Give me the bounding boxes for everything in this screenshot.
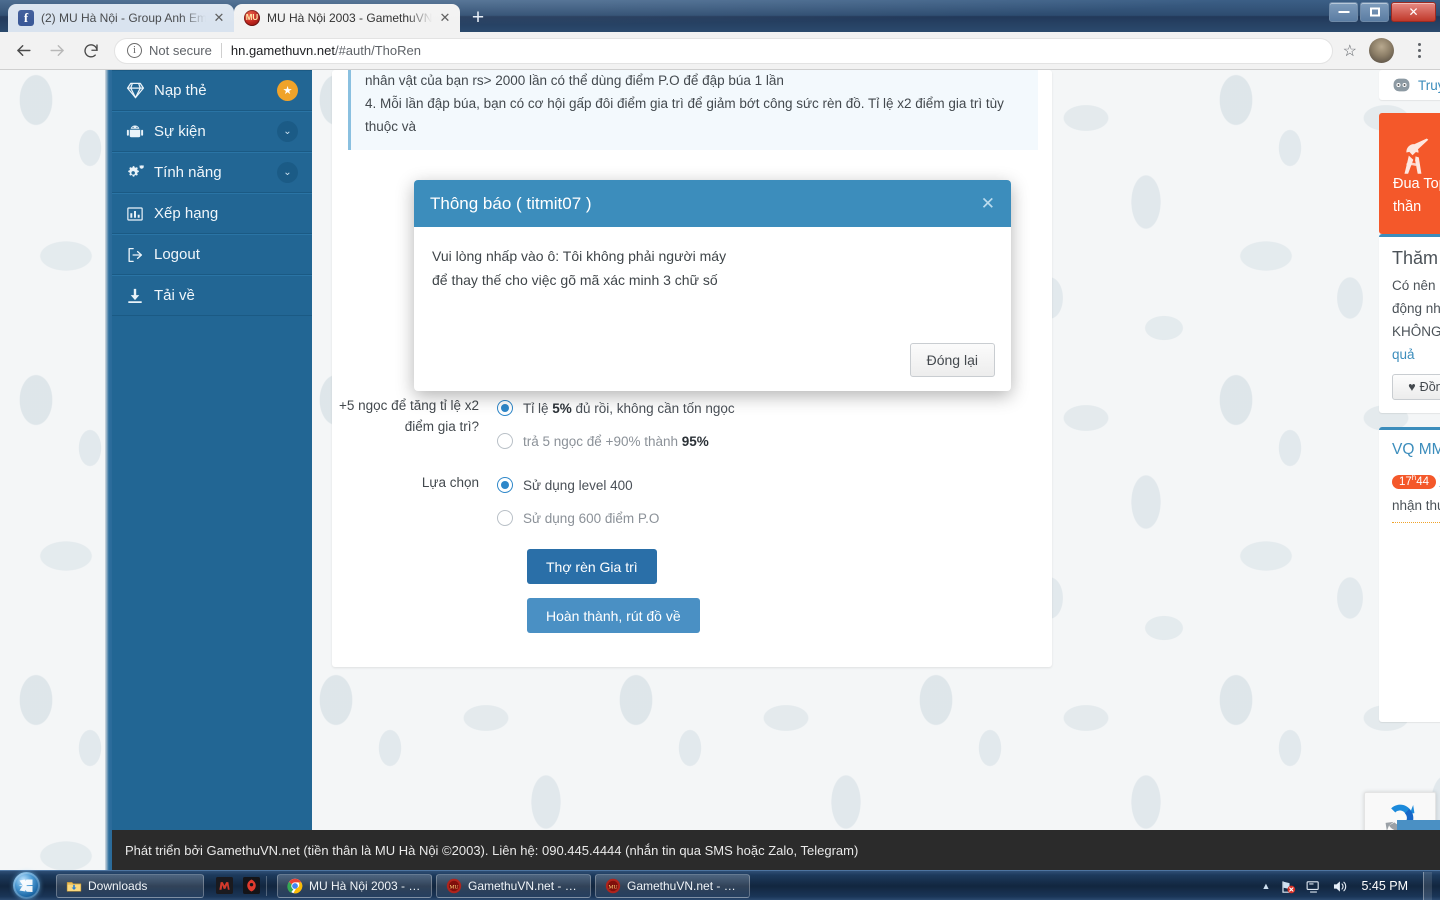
modal-close-button[interactable]: Đóng lại xyxy=(909,343,995,377)
quick-launch-group xyxy=(216,877,260,894)
start-button[interactable] xyxy=(0,871,52,900)
tab-title: MU Hà Nội 2003 - GamethuVN.n xyxy=(267,11,432,25)
facebook-icon: f xyxy=(18,10,34,26)
modal-line-0: Vui lòng nhấp vào ô: Tôi không phải ngườ… xyxy=(432,248,727,264)
modal-body: Vui lòng nhấp vào ô: Tôi không phải ngườ… xyxy=(414,227,1011,343)
taskbar-window-label: MU Hà Nội 2003 - Ga... xyxy=(309,878,422,893)
mu-icon-1[interactable] xyxy=(216,877,233,894)
tab-title: (2) MU Hà Nội - Group Anh Em M xyxy=(41,11,206,25)
page-viewport: Nạp thẻ ★ Sự kiện ⌄ Tính năng ⌄ Xếp hạng… xyxy=(0,70,1440,870)
close-window-button[interactable]: ✕ xyxy=(1391,2,1436,22)
notification-modal: Thông báo ( titmit07 ) ✕ Vui lòng nhấp v… xyxy=(414,180,1011,391)
reload-icon[interactable] xyxy=(74,34,108,68)
modal-header: Thông báo ( titmit07 ) ✕ xyxy=(414,180,1011,227)
browser-toolbar: i Not secure hn.gamethuvn.net/#auth/ThoR… xyxy=(0,32,1440,70)
new-tab-button[interactable]: + xyxy=(464,6,492,32)
modal-backdrop: Thông báo ( titmit07 ) ✕ Vui lòng nhấp v… xyxy=(0,70,1440,870)
info-icon: i xyxy=(127,43,142,58)
address-bar[interactable]: i Not secure hn.gamethuvn.net/#auth/ThoR… xyxy=(114,37,1333,64)
mu-logo-icon: MU xyxy=(605,878,621,894)
browser-tab-1[interactable]: MU MU Hà Nội 2003 - GamethuVN.n ✕ xyxy=(234,4,460,32)
svg-text:MU: MU xyxy=(449,884,458,890)
taskbar-window-2[interactable]: MU GamethuVN.net - M... xyxy=(595,873,750,898)
back-icon[interactable] xyxy=(6,34,40,68)
url-path: /#auth/ThoRen xyxy=(334,43,421,58)
profile-avatar[interactable] xyxy=(1369,38,1394,63)
kebab-menu-icon[interactable] xyxy=(1406,43,1432,58)
divider xyxy=(220,43,222,58)
network-error-icon[interactable] xyxy=(1279,878,1296,895)
taskbar-item-downloads[interactable]: Downloads xyxy=(56,873,204,898)
taskbar-item-label: Downloads xyxy=(88,878,148,893)
maximize-button[interactable] xyxy=(1360,2,1389,22)
tab-strip: f (2) MU Hà Nội - Group Anh Em M ✕ MU MU… xyxy=(8,2,492,32)
modal-footer: Đóng lại xyxy=(414,343,1011,391)
system-tray: ▲ 5:45 PM xyxy=(1262,871,1440,900)
bookmark-star-icon[interactable]: ☆ xyxy=(1343,41,1357,61)
volume-icon[interactable] xyxy=(1331,878,1348,895)
tab-close-icon[interactable]: ✕ xyxy=(436,9,454,27)
tab-close-icon[interactable]: ✕ xyxy=(210,9,228,27)
close-icon[interactable]: ✕ xyxy=(981,195,995,212)
show-desktop-button[interactable] xyxy=(1423,872,1432,900)
window-controls: ✕ xyxy=(1329,2,1436,22)
mu-logo-icon: MU xyxy=(446,878,462,894)
url-text: hn.gamethuvn.net/#auth/ThoRen xyxy=(231,43,421,58)
forward-icon xyxy=(40,34,74,68)
modal-line-1: để thay thế cho việc gõ mã xác minh 3 ch… xyxy=(432,272,718,288)
browser-tab-0[interactable]: f (2) MU Hà Nội - Group Anh Em M ✕ xyxy=(8,4,234,32)
modal-title: Thông báo ( titmit07 ) xyxy=(430,193,592,213)
mu-icon-2[interactable] xyxy=(243,877,260,894)
security-label: Not secure xyxy=(149,43,212,58)
svg-text:MU: MU xyxy=(608,884,617,890)
browser-window: f (2) MU Hà Nội - Group Anh Em M ✕ MU MU… xyxy=(0,0,1440,900)
start-orb-icon xyxy=(12,872,40,899)
taskbar-window-1[interactable]: MU GamethuVN.net - M... xyxy=(436,873,591,898)
mu-logo-icon: MU xyxy=(244,10,260,26)
browser-titlebar: f (2) MU Hà Nội - Group Anh Em M ✕ MU MU… xyxy=(0,0,1440,32)
taskbar-clock[interactable]: 5:45 PM xyxy=(1361,879,1408,893)
taskbar-window-0[interactable]: MU Hà Nội 2003 - Ga... xyxy=(277,873,432,898)
tray-expand-icon[interactable]: ▲ xyxy=(1262,881,1271,891)
folder-download-icon xyxy=(66,878,82,894)
taskbar-window-label: GamethuVN.net - M... xyxy=(627,878,740,893)
windows-taskbar: Downloads MU Hà Nội 2003 - Ga... MU Game… xyxy=(0,870,1440,900)
display-icon[interactable] xyxy=(1305,878,1322,895)
divider xyxy=(266,875,267,896)
chrome-icon xyxy=(287,878,303,894)
url-host: hn.gamethuvn.net xyxy=(230,43,335,58)
taskbar-window-label: GamethuVN.net - M... xyxy=(468,878,581,893)
minimize-button[interactable] xyxy=(1329,2,1358,22)
